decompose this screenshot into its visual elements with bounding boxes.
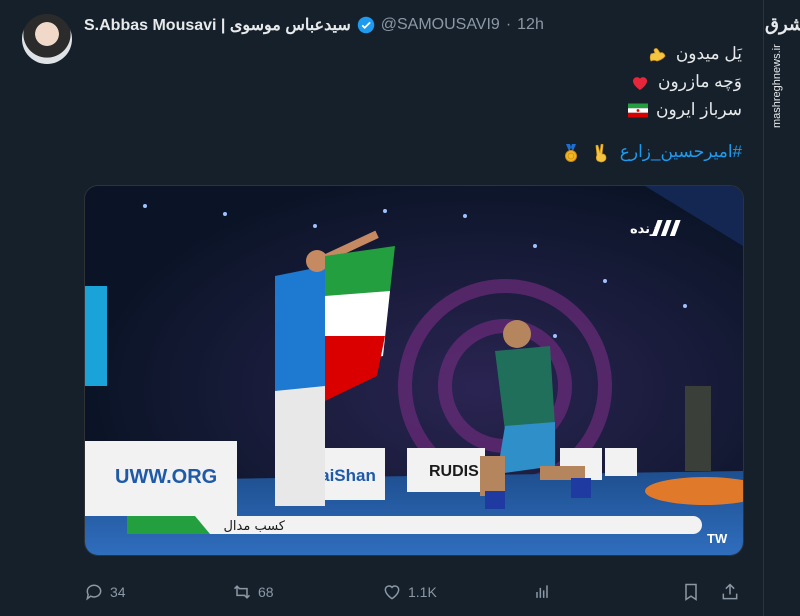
- author-name[interactable]: S.Abbas Mousavi | سیدعباس موسوی: [84, 15, 351, 35]
- reply-icon: [86, 584, 102, 601]
- board-uww: UWW.ORG: [85, 441, 237, 516]
- tweet-line-2: وَچه مازرون: [242, 68, 742, 96]
- watermark-logo: مشرق: [765, 14, 800, 34]
- tweet-line-3-text: سرباز ایرون: [656, 100, 742, 119]
- board-rudis: RUDIS: [407, 448, 485, 492]
- bookmark-button[interactable]: [681, 580, 701, 604]
- like-button[interactable]: 1.1K: [382, 580, 437, 604]
- tweet-header: S.Abbas Mousavi | سیدعباس موسوی @SAMOUSA…: [84, 14, 544, 36]
- side-banner: [85, 286, 107, 386]
- tweet-line-1: یَل میدون: [242, 40, 742, 68]
- medal-icon: [565, 143, 578, 162]
- tweet-line-2-text: وَچه مازرون: [658, 72, 742, 91]
- lower-third-text: کسب مدال: [223, 519, 285, 534]
- like-count: 1.1K: [408, 584, 437, 600]
- lower-third-banner: [127, 516, 702, 534]
- board-uww-text: UWW.ORG: [115, 466, 217, 488]
- red-heart-icon: [633, 76, 648, 90]
- tweet-actions: 34 68 1.1K: [84, 580, 744, 604]
- share-button[interactable]: [720, 580, 740, 604]
- hashtag-link[interactable]: #امیرحسین_زارع: [620, 142, 742, 161]
- verified-icon: [357, 16, 374, 34]
- analytics-button[interactable]: [532, 580, 552, 604]
- board-rudis-text: RUDIS: [429, 463, 479, 480]
- media-scene: UWW.ORG TaiShan RUDIS کسب مدال زنده TW: [85, 186, 743, 555]
- media-corner-text: TW: [707, 531, 728, 546]
- watermark-url: mashreghnews.ir: [771, 44, 783, 128]
- retweet-icon: [233, 585, 251, 599]
- board-small-2: [605, 448, 637, 476]
- hashtag-line: #امیرحسین_زارع: [558, 142, 742, 163]
- tweet-line-1-text: یَل میدون: [675, 44, 742, 63]
- flexed-biceps-icon: [649, 47, 666, 62]
- analytics-icon: [536, 585, 548, 598]
- victory-hand-icon: [595, 143, 607, 162]
- timestamp[interactable]: 12h: [517, 16, 544, 34]
- iran-flag-icon: [628, 103, 649, 118]
- tweet-media[interactable]: UWW.ORG TaiShan RUDIS کسب مدال زنده TW: [84, 185, 744, 556]
- reply-count: 34: [110, 584, 126, 600]
- heart-icon: [384, 585, 400, 600]
- bookmark-icon: [685, 583, 697, 601]
- tweet-text: یَل میدون وَچه مازرون سرباز ایرون: [242, 40, 742, 124]
- separator-dot: ·: [505, 16, 512, 33]
- background-person: [685, 386, 711, 471]
- share-icon: [722, 583, 738, 600]
- reply-button[interactable]: 34: [84, 580, 126, 604]
- avatar[interactable]: [22, 14, 72, 64]
- news-watermark: مشرق mashreghnews.ir: [763, 0, 800, 130]
- author-handle[interactable]: @SAMOUSAVI9: [381, 16, 500, 34]
- tweet-line-3: سرباز ایرون: [242, 96, 742, 124]
- retweet-button[interactable]: 68: [232, 580, 274, 604]
- retweet-count: 68: [258, 584, 274, 600]
